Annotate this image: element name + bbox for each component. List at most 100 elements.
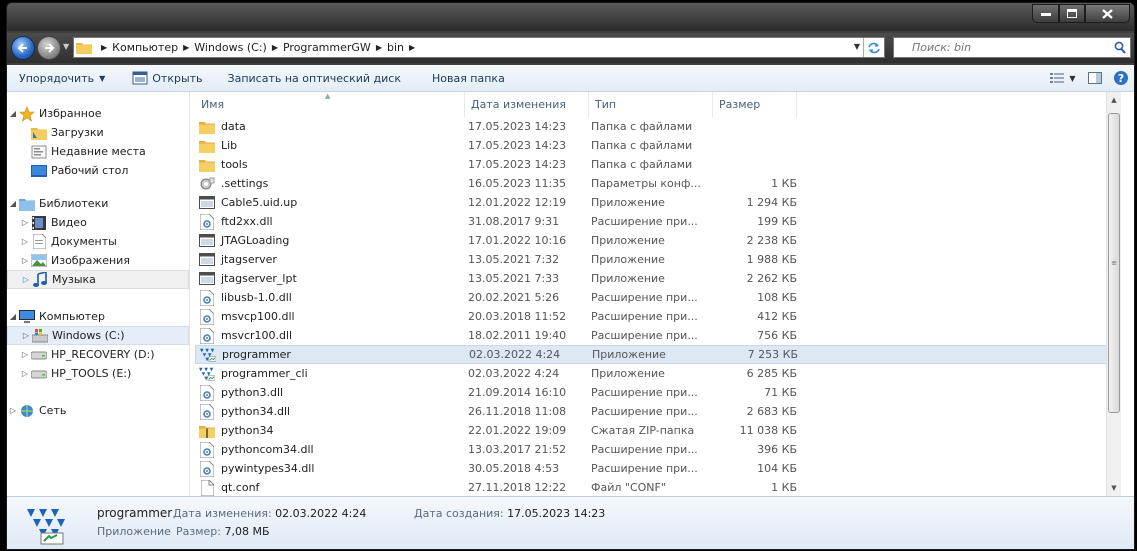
file-row[interactable]: data 17.05.2023 14:23 Папка с файлами	[195, 117, 1121, 136]
expand-arrow-icon[interactable]: ◢	[7, 199, 19, 208]
nav-downloads[interactable]: Загрузки	[7, 123, 189, 142]
file-name-cell[interactable]: libusb-1.0.dll	[195, 289, 465, 306]
file-row[interactable]: pywintypes34.dll 30.05.2018 4:53 Расширени…	[195, 459, 1121, 478]
column-header-type[interactable]: Тип	[589, 92, 713, 117]
file-name-cell[interactable]: .settings	[195, 176, 465, 192]
breadcrumb-programmergw[interactable]: ProgrammerGW ▶	[283, 41, 387, 54]
file-row[interactable]: python34.dll 26.11.2018 11:08 Расширение п…	[195, 402, 1121, 421]
nav-favorites[interactable]: ◢ Избранное	[7, 104, 189, 123]
file-name-cell[interactable]: JTAGLoading	[195, 233, 465, 249]
chevron-down-icon: ▼	[99, 73, 106, 83]
expand-arrow-icon[interactable]: ◢	[7, 312, 19, 321]
file-name-cell[interactable]: Cable5.uid.up	[195, 195, 465, 211]
vertical-scrollbar[interactable]: ▲ ≡ ▼	[1106, 92, 1121, 496]
expand-arrow-icon[interactable]: ◢	[7, 109, 19, 118]
nav-drive-e[interactable]: ▷ HP_TOOLS (E:)	[7, 364, 189, 383]
maximize-button[interactable]	[1059, 4, 1085, 23]
refresh-button[interactable]	[863, 38, 883, 57]
file-row[interactable]: jtagserver_lpt 13.05.2021 7:33 Приложение 2…	[195, 269, 1121, 288]
search-icon[interactable]	[1114, 41, 1126, 54]
breadcrumb-drive-c[interactable]: Windows (C:) ▶	[194, 41, 283, 54]
file-name-cell[interactable]: msvcr100.dll	[195, 327, 465, 344]
nav-libraries[interactable]: ◢ Библиотеки	[7, 194, 189, 213]
file-row[interactable]: libusb-1.0.dll 20.02.2021 5:26 Расширение …	[195, 288, 1121, 307]
file-name-cell[interactable]: pywintypes34.dll	[195, 460, 465, 477]
nav-images[interactable]: ▷ Изображения	[7, 251, 189, 270]
file-row[interactable]: python34 22.01.2022 19:09 Сжатая ZIP-папка…	[195, 421, 1121, 440]
burn-disc-button[interactable]: Записать на оптический диск	[212, 65, 410, 91]
file-name-cell[interactable]: jtagserver_lpt	[195, 271, 465, 287]
file-row[interactable]: programmer_cli 02.03.2022 4:24 Приложение 6…	[195, 364, 1121, 383]
expand-arrow-icon[interactable]: ▷	[19, 237, 31, 246]
file-row[interactable]: Cable5.uid.up 12.01.2022 12:19 Приложение 1…	[195, 193, 1121, 212]
file-name-cell[interactable]: tools	[195, 157, 465, 173]
file-name-cell[interactable]: programmer_cli	[195, 366, 465, 382]
file-name-cell[interactable]: pythoncom34.dll	[195, 441, 465, 458]
file-row[interactable]: JTAGLoading 17.01.2022 10:16 Приложение 2 2…	[195, 231, 1121, 250]
expand-arrow-icon[interactable]: ▷	[20, 331, 32, 340]
open-button[interactable]: Открыть	[114, 65, 211, 91]
expand-arrow-icon[interactable]: ▷	[20, 275, 32, 284]
file-name-cell[interactable]: jtagserver	[195, 252, 465, 268]
file-row[interactable]: msvcr100.dll 18.02.2011 19:40 Расширение п…	[195, 326, 1121, 345]
file-row[interactable]: .settings 16.05.2023 11:35 Параметры конф.…	[195, 174, 1121, 193]
search-input[interactable]	[894, 41, 1104, 54]
column-header-name[interactable]: ▲ Имя	[195, 92, 465, 117]
forward-button[interactable]	[37, 36, 61, 60]
settings-file-icon	[199, 176, 215, 192]
minimize-button[interactable]	[1032, 4, 1059, 23]
back-button[interactable]	[11, 36, 35, 60]
file-row[interactable]: pythoncom34.dll 13.03.2017 21:52 Расширени…	[195, 440, 1121, 459]
file-name-cell[interactable]: programmer	[196, 347, 466, 363]
file-row[interactable]: programmer 02.03.2022 4:24 Приложение 7 253…	[195, 345, 1121, 364]
close-button[interactable]	[1085, 4, 1130, 23]
address-bar[interactable]: ▶ Компьютер ▶ Windows (C:) ▶ ProgrammerGW ▶…	[73, 37, 885, 58]
nav-video[interactable]: ▷ Видео	[7, 213, 189, 232]
file-name: python34.dll	[221, 405, 291, 418]
breadcrumb-root-arrow[interactable]: ▶	[96, 43, 112, 52]
address-history-dropdown[interactable]: ▼	[854, 42, 860, 51]
nav-documents[interactable]: ▷ Документы	[7, 232, 189, 251]
file-name-cell[interactable]: ftd2xx.dll	[195, 213, 465, 230]
nav-drive-d[interactable]: ▷ HP_RECOVERY (D:)	[7, 345, 189, 364]
column-header-date[interactable]: Дата изменения	[465, 92, 589, 117]
nav-network[interactable]: ▷ Сеть	[7, 401, 189, 420]
expand-arrow-icon[interactable]: ▷	[7, 406, 19, 415]
expand-arrow-icon[interactable]: ▷	[19, 369, 31, 378]
organize-button[interactable]: Упорядочить ▼	[7, 65, 114, 91]
file-row[interactable]: msvcp100.dll 20.03.2018 11:52 Расширение п…	[195, 307, 1121, 326]
file-row[interactable]: ftd2xx.dll 31.08.2017 9:31 Расширение при.…	[195, 212, 1121, 231]
file-row[interactable]: python3.dll 21.09.2014 16:10 Расширение пр…	[195, 383, 1121, 402]
help-button[interactable]: ?	[1108, 68, 1134, 88]
file-type: Расширение при...	[591, 329, 698, 342]
file-name-cell[interactable]: data	[195, 119, 465, 135]
preview-pane-button[interactable]	[1082, 68, 1108, 88]
scroll-up-button[interactable]: ▲	[1107, 92, 1121, 108]
file-name-cell[interactable]: python34.dll	[195, 403, 465, 420]
nav-desktop[interactable]: Рабочий стол	[7, 161, 189, 180]
file-name-cell[interactable]: python3.dll	[195, 384, 465, 401]
expand-arrow-icon[interactable]: ▷	[19, 218, 31, 227]
breadcrumb-computer[interactable]: Компьютер ▶	[112, 41, 194, 54]
new-folder-button[interactable]: Новая папка	[410, 65, 514, 91]
scroll-thumb[interactable]: ≡	[1108, 113, 1120, 413]
file-row[interactable]: qt.conf 27.11.2018 12:22 Файл "CONF" 1 КБ	[195, 478, 1121, 496]
breadcrumb-bin[interactable]: bin ▶	[387, 41, 420, 54]
file-row[interactable]: jtagserver 13.05.2021 7:32 Приложение 1 988…	[195, 250, 1121, 269]
file-name-cell[interactable]: qt.conf	[195, 479, 465, 496]
nav-computer[interactable]: ◢ Компьютер	[7, 307, 189, 326]
expand-arrow-icon[interactable]: ▷	[19, 256, 31, 265]
nav-recent-places[interactable]: Недавние места	[7, 142, 189, 161]
scroll-down-button[interactable]: ▼	[1107, 480, 1121, 496]
nav-music[interactable]: ▷ Музыка	[7, 270, 189, 289]
file-name-cell[interactable]: msvcp100.dll	[195, 308, 465, 325]
recent-pages-dropdown[interactable]: ▼	[63, 42, 69, 51]
file-name-cell[interactable]: python34	[195, 423, 465, 439]
file-row[interactable]: tools 17.05.2023 14:23 Папка с файлами	[195, 155, 1121, 174]
file-name-cell[interactable]: Lib	[195, 138, 465, 154]
expand-arrow-icon[interactable]: ▷	[19, 350, 31, 359]
file-row[interactable]: Lib 17.05.2023 14:23 Папка с файлами	[195, 136, 1121, 155]
view-options-button[interactable]: ▼	[1044, 68, 1082, 88]
column-header-size[interactable]: Размер	[713, 92, 797, 117]
nav-drive-c[interactable]: ▷ Windows (C:)	[7, 326, 189, 345]
